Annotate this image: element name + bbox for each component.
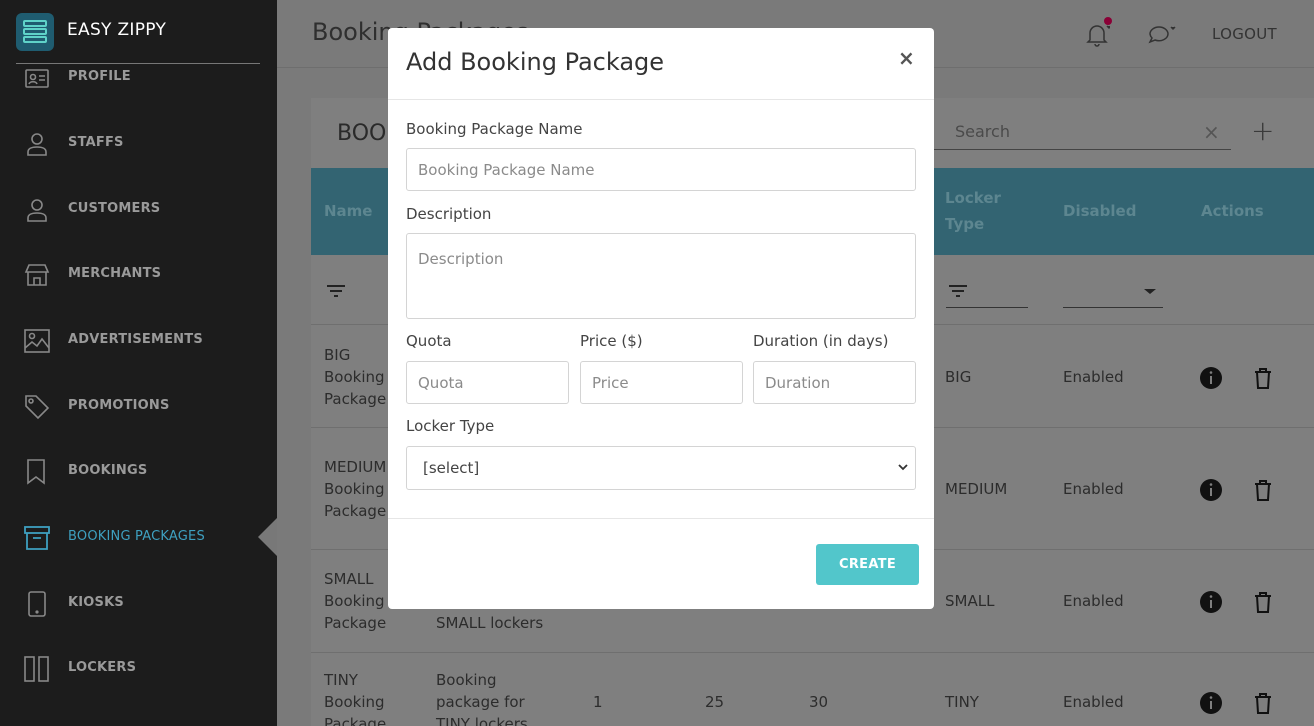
- sidebar-item-customers[interactable]: CUSTOMERS: [0, 189, 277, 229]
- filter-icon[interactable]: [946, 279, 970, 303]
- trash-icon[interactable]: [1251, 366, 1275, 390]
- trash-icon[interactable]: [1251, 478, 1275, 502]
- description-textarea[interactable]: [406, 233, 916, 319]
- sidebar-item-profile[interactable]: PROFILE: [0, 57, 277, 97]
- active-indicator: [258, 518, 277, 556]
- quota-input[interactable]: [406, 361, 569, 404]
- row-duration: 30: [809, 693, 829, 711]
- mobile-icon: [24, 591, 50, 617]
- brand-logo-icon: [16, 13, 54, 51]
- row-name: BIG Booking Package: [324, 346, 387, 408]
- duration-input[interactable]: [753, 361, 916, 404]
- row-status: Enabled: [1063, 480, 1124, 498]
- row-locker-type: TINY: [945, 693, 979, 711]
- sidebar-item-label: STAFFS: [68, 135, 124, 150]
- column-header-name[interactable]: Name: [324, 198, 372, 224]
- description-label: Description: [406, 205, 492, 223]
- user-icon: [24, 131, 50, 157]
- archive-icon: [24, 525, 50, 551]
- add-button[interactable]: +: [1251, 114, 1274, 147]
- column-header-actions: Actions: [1201, 202, 1264, 220]
- row-status: Enabled: [1063, 592, 1124, 610]
- info-icon[interactable]: [1199, 590, 1223, 614]
- row-name: MEDIUM Booking Package: [324, 458, 387, 520]
- name-label: Booking Package Name: [406, 120, 583, 138]
- sidebar-item-lockers[interactable]: LOCKERS: [0, 648, 277, 688]
- sidebar-item-label: CUSTOMERS: [68, 201, 161, 216]
- trash-icon[interactable]: [1251, 590, 1275, 614]
- chat-icon[interactable]: [1147, 22, 1176, 48]
- id-card-icon: [24, 65, 50, 91]
- sidebar-item-bookings[interactable]: BOOKINGS: [0, 451, 277, 491]
- column-header-text: Type: [945, 215, 985, 233]
- column-header-disabled[interactable]: Disabled: [1063, 198, 1136, 224]
- row-locker-type: MEDIUM: [945, 480, 1008, 498]
- sidebar-item-merchants[interactable]: MERCHANTS: [0, 254, 277, 294]
- modal-footer-divider: [388, 518, 934, 519]
- row-status: Enabled: [1063, 693, 1124, 711]
- clear-search-icon[interactable]: ×: [1203, 120, 1220, 144]
- sidebar-item-label: PROMOTIONS: [68, 398, 170, 413]
- row-description: SMALL lockers: [436, 614, 544, 632]
- filter-icon[interactable]: [324, 279, 348, 303]
- locker-icon: [24, 656, 50, 682]
- column-header-locker-type[interactable]: Locker Type: [945, 185, 1001, 237]
- sidebar-item-label: ADVERTISEMENTS: [68, 332, 203, 347]
- sidebar-item-staffs[interactable]: STAFFS: [0, 123, 277, 163]
- sidebar-item-label: PROFILE: [68, 69, 131, 84]
- sidebar-item-label: BOOKINGS: [68, 463, 148, 478]
- user-icon: [24, 197, 50, 223]
- row-description: Booking package for TINY lockers: [436, 671, 528, 726]
- tag-icon: [24, 394, 50, 420]
- sidebar-item-kiosks[interactable]: KIOSKS: [0, 583, 277, 623]
- price-label: Price ($): [580, 332, 643, 350]
- row-locker-type: SMALL: [945, 592, 995, 610]
- trash-icon[interactable]: [1251, 691, 1275, 715]
- locker-type-label: Locker Type: [406, 417, 495, 435]
- sidebar: EASY ZIPPY PROFILE STAFFS CUSTOMERS MERC…: [0, 0, 277, 726]
- price-input[interactable]: [580, 361, 743, 404]
- row-locker-type: BIG: [945, 368, 972, 386]
- bookmark-icon: [24, 459, 50, 485]
- modal-title: Add Booking Package: [406, 48, 665, 76]
- sidebar-item-label: MERCHANTS: [68, 266, 162, 281]
- search-underline: [931, 149, 1231, 150]
- add-booking-package-modal: Add Booking Package × Booking Package Na…: [388, 28, 934, 609]
- row-name: TINY Booking Package: [324, 671, 387, 726]
- notification-dot: [1104, 17, 1112, 25]
- logout-button[interactable]: LOGOUT: [1212, 25, 1277, 43]
- row-price: 25: [705, 693, 725, 711]
- brand[interactable]: EASY ZIPPY: [0, 0, 277, 64]
- row-status: Enabled: [1063, 368, 1124, 386]
- store-icon: [24, 262, 50, 288]
- create-button[interactable]: CREATE: [816, 544, 919, 585]
- chevron-down-icon[interactable]: [1138, 279, 1162, 303]
- close-button[interactable]: ×: [898, 46, 915, 70]
- sidebar-item-promotions[interactable]: PROMOTIONS: [0, 386, 277, 426]
- locker-type-select[interactable]: [select]: [406, 446, 916, 490]
- info-icon[interactable]: [1199, 691, 1223, 715]
- row-name: SMALL Booking Package: [324, 570, 387, 632]
- brand-name: EASY ZIPPY: [67, 20, 167, 40]
- search-input[interactable]: Search: [955, 122, 1010, 141]
- modal-header: Add Booking Package ×: [388, 28, 934, 100]
- row-quota: 1: [593, 693, 603, 711]
- quota-label: Quota: [406, 332, 452, 350]
- sidebar-item-label: LOCKERS: [68, 660, 137, 675]
- sidebar-item-advertisements[interactable]: ADVERTISEMENTS: [0, 320, 277, 360]
- image-icon: [24, 328, 50, 354]
- bell-icon[interactable]: [1084, 22, 1112, 48]
- locker-type-selected-value: [select]: [423, 459, 480, 477]
- sidebar-item-label: BOOKING PACKAGES: [68, 529, 205, 544]
- info-icon[interactable]: [1199, 478, 1223, 502]
- table-row[interactable]: TINY Booking Package Booking package for TIN…: [311, 653, 1314, 726]
- sidebar-item-label: KIOSKS: [68, 595, 124, 610]
- duration-label: Duration (in days): [753, 332, 889, 350]
- package-name-input[interactable]: [406, 148, 916, 191]
- sidebar-item-booking-packages[interactable]: BOOKING PACKAGES: [0, 517, 277, 557]
- info-icon[interactable]: [1199, 366, 1223, 390]
- column-header-text: Locker: [945, 189, 1001, 207]
- chevron-down-icon: [895, 459, 911, 475]
